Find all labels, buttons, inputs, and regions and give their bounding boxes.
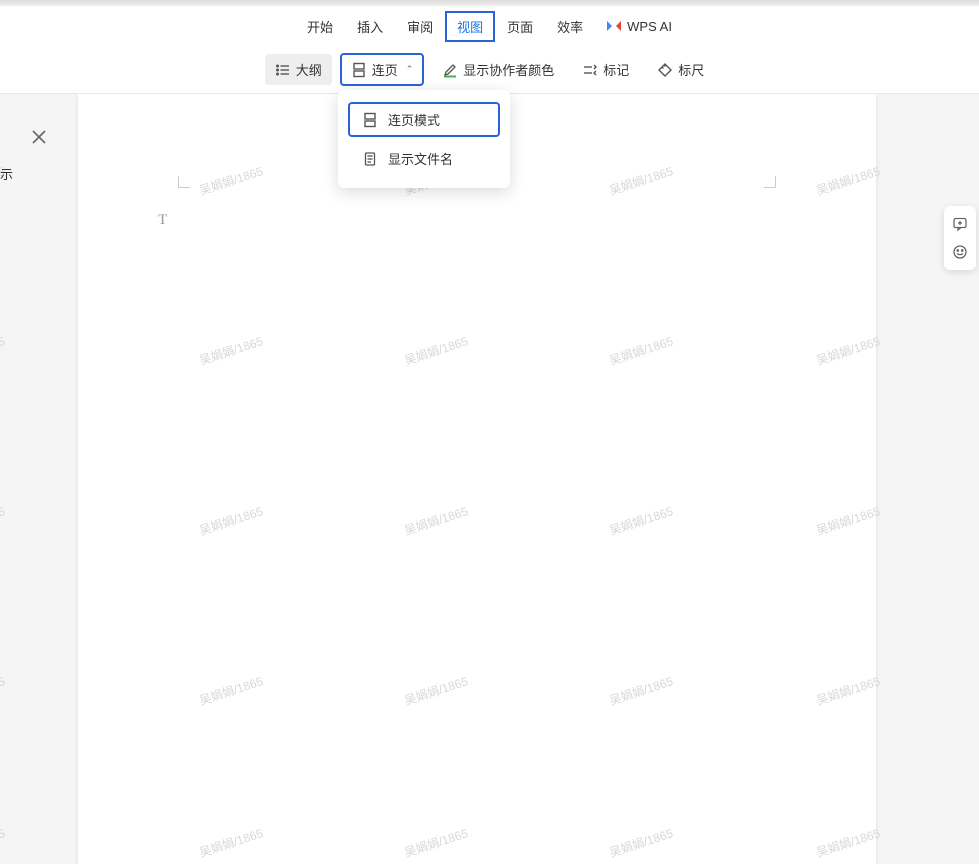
- wps-ai-icon: [607, 19, 621, 33]
- watermark: 吴娟娟/1865: [0, 502, 7, 539]
- outline-button[interactable]: 大纲: [265, 54, 332, 85]
- watermark: 吴娟娟/1865: [197, 162, 265, 199]
- menu-insert[interactable]: 插入: [345, 11, 395, 42]
- show-filename-item[interactable]: 显示文件名: [348, 141, 500, 176]
- wps-ai-label: WPS AI: [627, 19, 672, 34]
- watermark: 吴娟娟/1865: [402, 502, 470, 539]
- watermark: 吴娟娟/1865: [402, 332, 470, 369]
- watermark: 吴娟娟/1865: [197, 502, 265, 539]
- margin-corner-left: [178, 176, 190, 188]
- watermark: 吴娟娟/1865: [402, 824, 470, 861]
- menu-efficiency[interactable]: 效率: [545, 11, 595, 42]
- show-filename-label: 显示文件名: [388, 149, 453, 168]
- show-author-color-button[interactable]: 显示协作者颜色: [432, 54, 564, 85]
- show-author-color-label: 显示协作者颜色: [463, 60, 554, 79]
- pen-icon: [442, 62, 458, 78]
- menu-review[interactable]: 审阅: [395, 11, 445, 42]
- watermark: 吴娟娟/1865: [197, 824, 265, 861]
- watermark: 吴娟娟/1865: [0, 332, 7, 369]
- watermark: 吴娟娟/1865: [197, 332, 265, 369]
- watermark: 吴娟娟/1865: [402, 672, 470, 709]
- ruler-label: 标尺: [678, 60, 704, 79]
- watermark: 吴娟娟/1865: [607, 162, 675, 199]
- watermark: 吴娟娟/1865: [607, 502, 675, 539]
- menu-start[interactable]: 开始: [295, 11, 345, 42]
- emoji-button[interactable]: [948, 240, 972, 264]
- wps-ai-button[interactable]: WPS AI: [595, 13, 684, 40]
- watermark: 吴娟娟/1865: [607, 824, 675, 861]
- document-page[interactable]: T 吴娟娟/1865 吴娟娟/1865 吴娟娟/1865 吴娟娟/1865 吴娟…: [78, 94, 876, 864]
- watermark: 吴娟娟/1865: [0, 824, 7, 861]
- continuous-mode-item[interactable]: 连页模式: [348, 102, 500, 137]
- chevron-up-icon: ⌃: [406, 64, 414, 75]
- menu-bar: 开始 插入 审阅 视图 页面 效率 WPS AI: [0, 6, 979, 46]
- continuous-mode-label: 连页模式: [388, 110, 440, 129]
- continuous-page-menu: 连页模式 显示文件名: [338, 90, 510, 188]
- add-comment-button[interactable]: [948, 212, 972, 236]
- menu-view[interactable]: 视图: [445, 11, 495, 42]
- content-area: 示 T 吴娟娟/1865 吴娟娟/1865 吴娟娟/1865 吴娟娟/1865 …: [0, 94, 979, 864]
- menu-page[interactable]: 页面: [495, 11, 545, 42]
- continuous-page-icon: [351, 62, 367, 78]
- floating-panel: [944, 206, 976, 270]
- text-cursor-placeholder: T: [158, 212, 167, 229]
- sidebar-label-fragment: 示: [0, 164, 13, 183]
- file-text-icon: [362, 151, 378, 167]
- toolbar: 大纲 连页 ⌃ 显示协作者颜色 标记: [0, 46, 979, 94]
- continuous-page-label: 连页: [372, 60, 398, 79]
- watermark: 吴娟娟/1865: [607, 332, 675, 369]
- marks-label: 标记: [603, 60, 629, 79]
- ruler-button[interactable]: 标尺: [647, 54, 714, 85]
- list-icon: [275, 62, 291, 78]
- watermark: 吴娟娟/1865: [197, 672, 265, 709]
- ruler-icon: [657, 62, 673, 78]
- watermark: 吴娟娟/1865: [0, 672, 7, 709]
- watermark: 吴娟娟/1865: [607, 672, 675, 709]
- margin-corner-right: [764, 176, 776, 188]
- marks-icon: [582, 62, 598, 78]
- close-button[interactable]: [32, 130, 46, 149]
- marks-button[interactable]: 标记: [572, 54, 639, 85]
- continuous-mode-icon: [362, 112, 378, 128]
- outline-label: 大纲: [296, 60, 322, 79]
- continuous-page-dropdown[interactable]: 连页 ⌃: [340, 53, 425, 86]
